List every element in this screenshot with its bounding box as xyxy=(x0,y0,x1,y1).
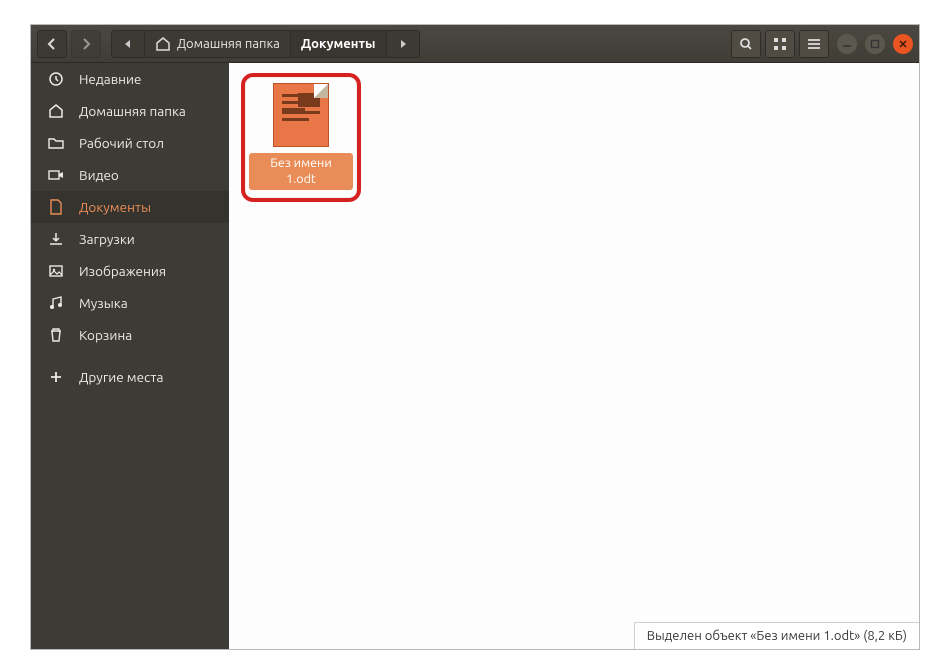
maximize-button[interactable] xyxy=(865,34,885,54)
sidebar-item-label: Недавние xyxy=(79,71,142,87)
view-grid-button[interactable] xyxy=(765,30,795,58)
sidebar-item-label: Другие места xyxy=(79,369,163,385)
sidebar-item-label: Домашняя папка xyxy=(79,103,186,119)
triangle-left-icon xyxy=(120,36,136,52)
sidebar-item-videos[interactable]: Видео xyxy=(31,159,229,191)
path-back-segment[interactable] xyxy=(112,31,145,57)
trash-icon xyxy=(47,327,65,343)
sidebar-item-trash[interactable]: Корзина xyxy=(31,319,229,351)
grid-icon xyxy=(772,36,788,52)
sidebar-item-label: Корзина xyxy=(79,327,132,343)
sidebar-item-music[interactable]: Музыка xyxy=(31,287,229,319)
sidebar-item-label: Изображения xyxy=(79,263,166,279)
home-icon xyxy=(155,36,171,52)
page-fold-icon xyxy=(314,84,328,98)
sidebar: Недавние Домашняя папка Рабочий стол Вид… xyxy=(31,63,229,649)
minimize-icon xyxy=(842,39,852,49)
clock-icon xyxy=(47,71,65,87)
home-icon xyxy=(47,103,65,119)
sidebar-item-pictures[interactable]: Изображения xyxy=(31,255,229,287)
hamburger-icon xyxy=(806,36,822,52)
folder-icon xyxy=(47,135,65,151)
music-icon xyxy=(47,295,65,311)
sidebar-item-label: Рабочий стол xyxy=(79,135,164,151)
search-icon xyxy=(738,36,754,52)
sidebar-item-documents[interactable]: Документы xyxy=(31,191,229,223)
path-forward-segment[interactable] xyxy=(387,31,419,57)
file-name-label[interactable]: Без имени 1.odt xyxy=(249,153,353,190)
window-body: Недавние Домашняя папка Рабочий стол Вид… xyxy=(31,63,919,649)
minimize-button[interactable] xyxy=(837,34,857,54)
close-icon xyxy=(898,39,908,49)
chevron-left-icon xyxy=(44,36,60,52)
back-button[interactable] xyxy=(37,30,67,58)
video-icon xyxy=(47,167,65,183)
triangle-right-icon xyxy=(395,36,411,52)
document-icon xyxy=(47,199,65,215)
file-manager-window: Домашняя папка Документы xyxy=(30,24,920,650)
sidebar-item-label: Видео xyxy=(79,167,119,183)
sidebar-item-home[interactable]: Домашняя папка xyxy=(31,95,229,127)
menu-button[interactable] xyxy=(799,30,829,58)
path-segment-documents[interactable]: Документы xyxy=(291,31,387,57)
search-button[interactable] xyxy=(731,30,761,58)
odt-file-icon[interactable] xyxy=(273,83,329,147)
sidebar-item-other[interactable]: Другие места xyxy=(31,361,229,393)
plus-icon xyxy=(47,369,65,385)
download-icon xyxy=(47,231,65,247)
maximize-icon xyxy=(870,39,880,49)
main-pane[interactable]: Без имени 1.odt Выделен объект «Без имен… xyxy=(229,63,919,649)
path-segment-label: Домашняя папка xyxy=(177,37,280,51)
file-selection-highlight: Без имени 1.odt xyxy=(241,73,361,202)
status-bar: Выделен объект «Без имени 1.odt» (8,2 кБ… xyxy=(634,622,919,649)
path-segment-label: Документы xyxy=(301,37,376,51)
chevron-right-icon xyxy=(78,36,94,52)
sidebar-item-recent[interactable]: Недавние xyxy=(31,63,229,95)
picture-icon xyxy=(47,263,65,279)
close-button[interactable] xyxy=(893,34,913,54)
sidebar-item-label: Музыка xyxy=(79,295,128,311)
path-segment-home[interactable]: Домашняя папка xyxy=(145,31,291,57)
forward-button[interactable] xyxy=(71,30,101,58)
sidebar-item-desktop[interactable]: Рабочий стол xyxy=(31,127,229,159)
sidebar-item-label: Документы xyxy=(79,199,151,215)
path-bar: Домашняя папка Документы xyxy=(111,30,420,58)
titlebar: Домашняя папка Документы xyxy=(31,25,919,63)
status-text: Выделен объект «Без имени 1.odt» (8,2 кБ… xyxy=(647,629,907,643)
sidebar-item-downloads[interactable]: Загрузки xyxy=(31,223,229,255)
sidebar-item-label: Загрузки xyxy=(79,231,135,247)
